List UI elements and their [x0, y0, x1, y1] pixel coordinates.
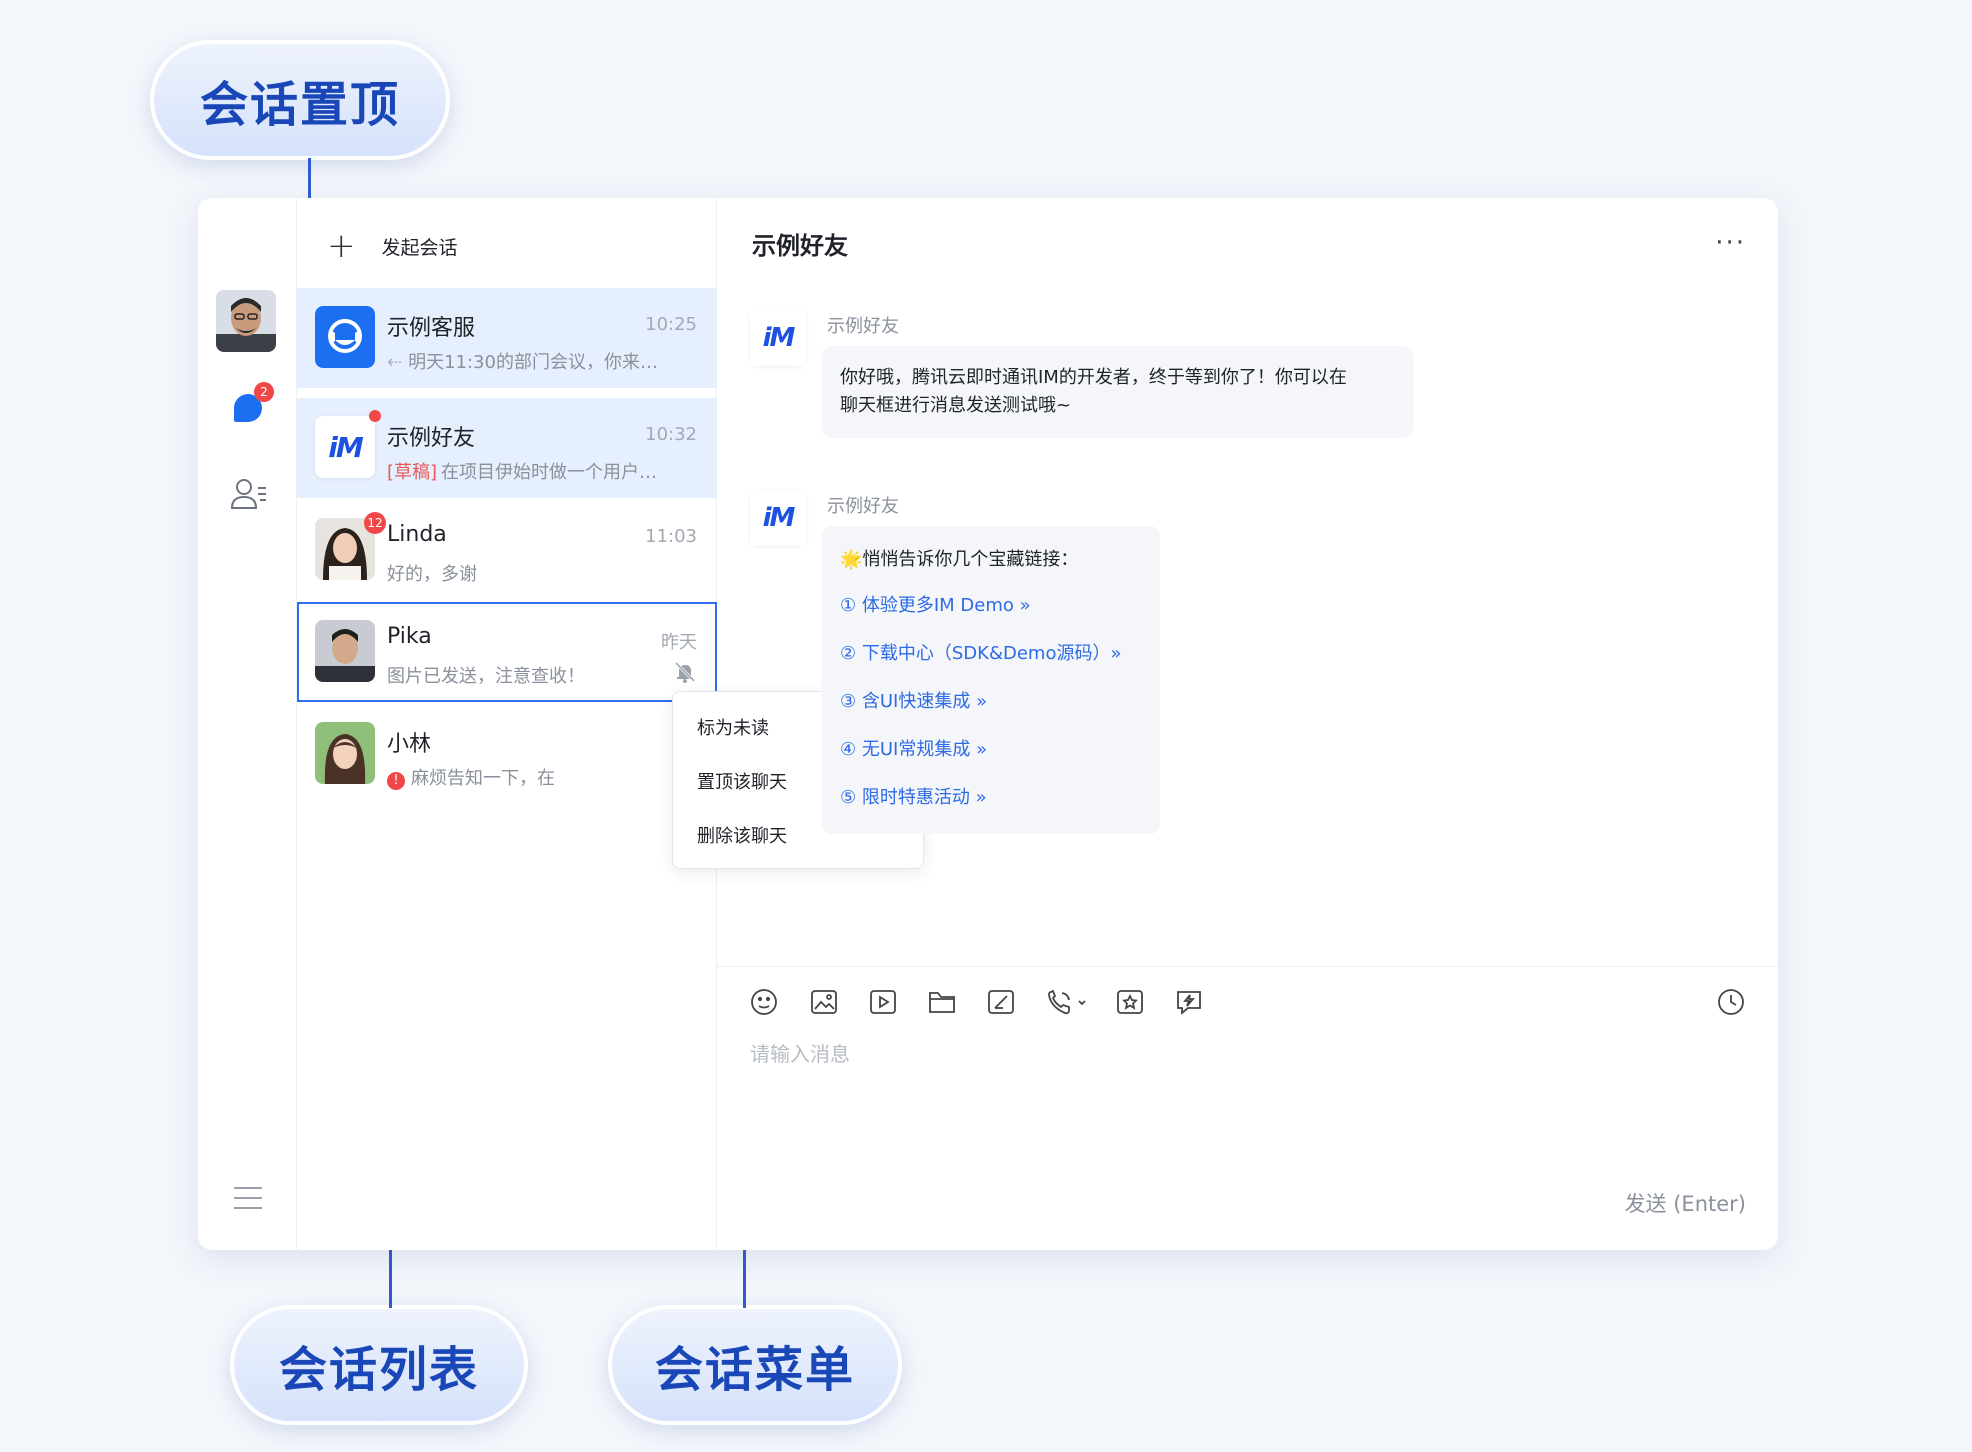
conversation-preview: 好的，多谢	[387, 564, 477, 585]
conversation-item[interactable]: 示例客服 10:25 ⇠ 明天11:30的部门会议，你来…	[297, 288, 717, 388]
conversation-name: 小林	[387, 732, 432, 757]
conversation-name: 示例客服	[387, 316, 476, 341]
conversation-preview: ⇠ 明天11:30的部门会议，你来…	[387, 352, 658, 373]
contacts-icon[interactable]	[228, 474, 268, 514]
link-demo[interactable]: ① 体验更多IM Demo »	[840, 582, 1142, 630]
video-icon[interactable]	[868, 987, 898, 1017]
callout-conversation-menu: 会话菜单	[608, 1305, 902, 1425]
conversation-preview: ! 麻烦告知一下，在	[387, 764, 687, 790]
conversation-time: 10:25	[645, 314, 697, 335]
mute-icon	[673, 660, 697, 688]
message-sender: 示例好友	[827, 496, 899, 517]
conversation-item[interactable]: 小林 ! 麻烦告知一下，在	[297, 704, 717, 804]
message-bubble: 🌟悄悄告诉你几个宝藏链接： ① 体验更多IM Demo » ② 下载中心（SDK…	[822, 526, 1160, 834]
chat-panel: 示例好友 ··· iM 示例好友 你好哦，腾讯云即时通讯IM的开发者，终于等到你…	[717, 198, 1778, 1250]
im-avatar: iM	[315, 416, 375, 478]
conversation-list-panel: + 发起会话 示例客服 10:25 ⇠ 明天11:30的部门会议，你来… iM …	[297, 198, 924, 1250]
callout-conversation-list: 会话列表	[230, 1305, 528, 1425]
message-avatar: iM	[750, 490, 806, 546]
conversation-preview: 图片已发送，注意查收！	[387, 666, 585, 687]
conversation-item[interactable]: Pika 昨天 图片已发送，注意查收！	[297, 602, 717, 702]
conversation-preview: [草稿] 在项目伊始时做一个用户…	[387, 462, 658, 483]
input-toolbar	[717, 966, 1778, 1038]
callout-pin-conversation: 会话置顶	[150, 40, 450, 160]
failed-icon: !	[387, 772, 405, 790]
conversation-name: Pika	[387, 624, 432, 649]
call-icon[interactable]	[1045, 987, 1089, 1017]
link-ui-integration[interactable]: ③ 含UI快速集成 »	[840, 678, 1142, 726]
folder-icon[interactable]	[927, 987, 957, 1017]
conversation-name: Linda	[387, 522, 447, 547]
history-icon[interactable]	[1716, 987, 1746, 1017]
message-avatar: iM	[750, 310, 806, 366]
service-avatar	[315, 306, 375, 368]
conversation-time: 11:03	[645, 526, 697, 547]
emoji-icon[interactable]	[749, 987, 779, 1017]
image-icon[interactable]	[809, 987, 839, 1017]
pika-avatar	[315, 620, 375, 682]
link-download[interactable]: ② 下载中心（SDK&Demo源码）»	[840, 630, 1142, 678]
reply-icon: ⇠	[387, 352, 403, 373]
unread-badge: 2	[254, 382, 274, 402]
more-icon[interactable]: ···	[1715, 228, 1746, 258]
conversation-name: 示例好友	[387, 426, 476, 451]
send-button[interactable]: 发送 (Enter)	[1625, 1188, 1746, 1218]
nav-rail: 2	[198, 198, 297, 1250]
user-avatar[interactable]	[216, 290, 276, 352]
new-conversation-label: 发起会话	[381, 236, 458, 259]
app-window: 2 + 发起会话 示例客服 10:25 ⇠ 明天11:30的部门会议，你来… i…	[198, 198, 1778, 1250]
link-no-ui-integration[interactable]: ④ 无UI常规集成 »	[840, 726, 1142, 774]
link-promotion[interactable]: ⑤ 限时特惠活动 »	[840, 774, 1142, 822]
quick-reply-icon[interactable]	[1174, 987, 1204, 1017]
unread-dot	[369, 410, 381, 422]
message-sender: 示例好友	[827, 316, 899, 337]
conversation-item[interactable]: 12 Linda 11:03 好的，多谢	[297, 500, 717, 600]
draft-tag: [草稿]	[387, 462, 438, 483]
menu-icon[interactable]	[228, 1178, 268, 1218]
conversation-time: 昨天	[661, 632, 697, 653]
message-input[interactable]: 请输入消息	[750, 1038, 850, 1067]
favorite-icon[interactable]	[1115, 987, 1145, 1017]
chat-title: 示例好友	[752, 232, 848, 260]
unread-count-badge: 12	[364, 512, 386, 534]
message-bubble: 你好哦，腾讯云即时通讯IM的开发者，终于等到你了！你可以在 聊天框进行消息发送测…	[822, 346, 1414, 438]
screenshot-icon[interactable]	[986, 987, 1016, 1017]
plus-icon: +	[327, 226, 356, 266]
new-conversation-button[interactable]: + 发起会话	[327, 228, 458, 264]
chat-icon[interactable]: 2	[228, 382, 274, 428]
conversation-time: 10:32	[645, 424, 697, 445]
xiaolin-avatar	[315, 722, 375, 784]
conversation-item[interactable]: iM 示例好友 10:32 [草稿] 在项目伊始时做一个用户…	[297, 398, 717, 498]
